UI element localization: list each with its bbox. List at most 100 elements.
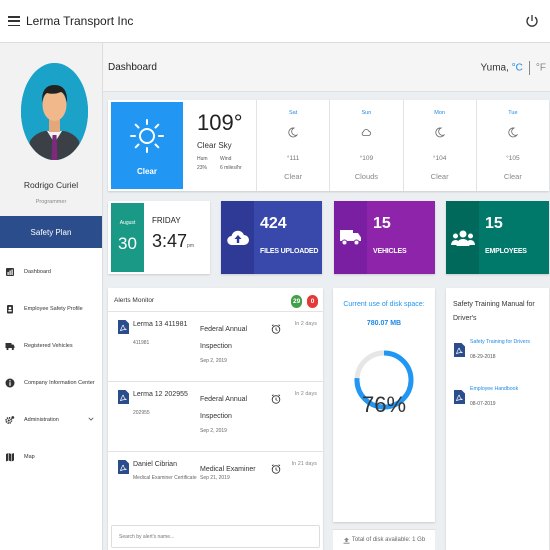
training-doc-date: 08-07-2019 [470,401,496,407]
disk-percent: 76% [361,392,407,417]
alert-name: Lerma 12 202955 [133,391,188,398]
weather-card: Clear 109° Clear Sky Hum Wind 23% 6 mile… [108,100,549,191]
hamburger-menu-icon[interactable] [8,16,20,26]
sidebar-item-dashboard[interactable]: Dashboard [0,258,102,285]
alert-type: Federal Annual Inspection [200,396,248,420]
fahrenheit-toggle[interactable]: °F [536,63,546,74]
avatar [21,63,88,160]
files-count: 424 [260,215,287,232]
alert-search-input[interactable] [111,525,320,548]
truck-icon [5,342,15,350]
badge-icon [7,304,13,313]
sidebar-item-employee-safety-profile[interactable]: Employee Safety Profile [0,295,102,322]
forecast-desc: Clear [430,172,449,181]
training-doc-date: 08-29-2018 [470,354,496,360]
sidebar-item-label: Dashboard [24,268,51,275]
date-card: August 30 FRIDAY 3:47pm [108,201,210,274]
cloud-upload-icon [221,201,254,274]
alerts-expired-badge[interactable]: 0 [307,295,318,308]
alarm-clock-icon [271,324,281,334]
weather-location: Yuma, °C °F [481,61,546,75]
vehicles-count: 15 [373,215,391,232]
safety-plan-header[interactable]: Safety Plan [0,216,102,248]
sun-icon [130,119,164,153]
clear-night-icon [435,127,445,138]
employees-label: EMPLOYEES [485,248,527,255]
alert-name: Lerma 13 411981 [133,321,188,328]
power-icon[interactable] [524,13,540,29]
alert-row[interactable]: Daniel Cibrian Medical Examiner Certific… [108,451,323,521]
pdf-icon [118,320,129,334]
forecast-temp: °104 [432,155,447,162]
pdf-icon [118,390,129,404]
cloud-icon [362,129,372,136]
time-value: 3:47 [152,231,188,251]
current-time: 3:47pm [152,231,194,252]
wind-label: Wind [220,156,232,162]
forecast-day-name: Mon [434,110,445,116]
sidebar-item-registered-vehicles[interactable]: Registered Vehicles [0,332,102,359]
clear-night-icon [288,127,299,138]
top-bar: Lerma Transport Inc [0,0,550,43]
forecast-desc: Clear [503,172,522,181]
chevron-down-icon[interactable] [88,416,94,422]
page-header: Dashboard Yuma, °C °F [103,43,550,92]
date-day: 30 [118,234,137,253]
sidebar-item-administration[interactable]: Administration [0,406,102,433]
map-icon [6,452,14,461]
today-condition: Clear [136,167,157,176]
disk-total: Total of disk available: 1 Gb [351,537,426,543]
employees-card[interactable]: 15 EMPLOYEES [446,201,549,274]
forecast-day: Tue °105 Clear [475,100,549,191]
info-icon [5,378,15,387]
alert-date: Sep 2, 2019 [200,428,227,434]
training-title: Safety Training Manual for Driver's [453,301,535,322]
alert-due: In 21 days [291,461,317,467]
vehicles-label: VEHICLES [373,248,407,255]
sidebar: Rodrigo Curiel Programmer Safety Plan Da… [0,43,103,550]
forecast-temp: °105 [506,155,520,162]
files-label: FILES UPLOADED [260,248,319,255]
forecast-day-name: Sun [361,110,372,116]
sidebar-item-map[interactable]: Map [0,443,102,470]
sidebar-item-label: Map [24,453,35,460]
vehicles-card[interactable]: 15 VEHICLES [334,201,435,274]
gears-icon [5,415,15,424]
forecast-temp: °109 [359,155,374,162]
alerts-monitor: Alerts Monitor 29 0 Lerma 13 411981 4119… [108,288,323,550]
date-month: August [119,220,136,226]
disk-usage-card: Current use of disk space: 780.07 MB 76% [333,288,435,522]
sidebar-item-company-information-center[interactable]: Company Information Center [0,369,102,396]
pdf-icon [454,390,465,404]
files-uploaded-card[interactable]: 424 FILES UPLOADED [221,201,322,274]
alarm-clock-icon [271,464,281,474]
sidebar-item-label: Company Information Center [24,379,95,386]
profile-panel: Rodrigo Curiel Programmer [0,43,102,216]
date-weekday: FRIDAY [152,216,181,225]
training-doc-link[interactable]: Safety Training for Drivers [470,339,530,345]
alert-row[interactable]: Lerma 12 202955 202955 Federal Annual In… [108,381,323,451]
sidebar-nav: Dashboard Employee Safety Profile Regist… [0,258,102,470]
user-name: Rodrigo Curiel [23,180,79,190]
disk-used: 780.07 MB [366,320,402,327]
forecast: Sat °111 Clear Sun °109 Clouds Mon °104 … [256,100,549,191]
alert-due: In 2 days [294,391,317,397]
today-details: 109° Clear Sky Hum Wind 23% 6 miles/hr [197,110,257,171]
main-content: Dashboard Yuma, °C °F Clear 109° Clear Sk… [103,43,550,550]
forecast-day: Sun °109 Clouds [329,100,402,191]
training-doc-link[interactable]: Employee Handbook [470,386,518,392]
alert-date: Sep 21, 2019 [200,475,230,481]
dashboard-icon [6,267,14,276]
disk-title: Current use of disk space: [343,301,425,308]
wind-value: 6 miles/hr [220,165,242,171]
alerts-count-badge[interactable]: 29 [291,295,303,308]
alarm-clock-icon [271,394,281,404]
celsius-toggle[interactable]: °C [512,63,523,74]
alert-date: Sep 2, 2019 [200,358,227,364]
forecast-day-name: Sat [288,110,298,116]
sky-condition: Clear Sky [197,141,232,150]
alert-id: 202955 [133,410,150,416]
truck-icon [334,201,367,274]
humidity-value: 23% [197,165,208,171]
alert-row[interactable]: Lerma 13 411981 411981 Federal Annual In… [108,311,323,381]
